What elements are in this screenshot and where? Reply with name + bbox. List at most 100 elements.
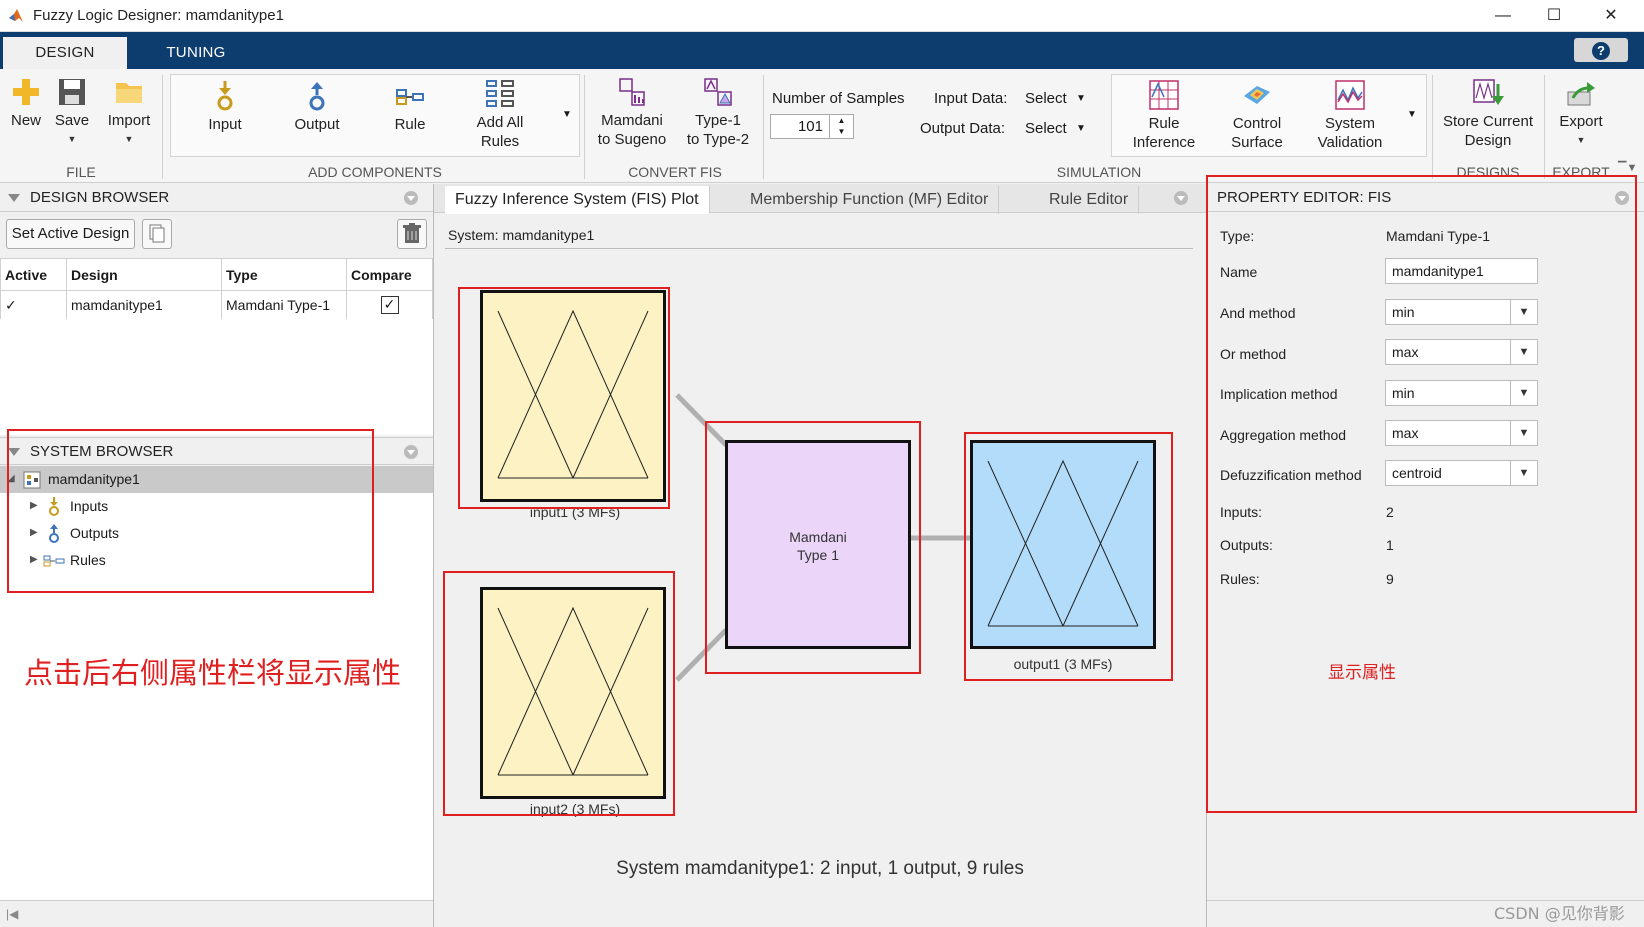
compare-checkbox[interactable]: ✓ (380, 296, 399, 314)
minimize-button[interactable]: — (1480, 4, 1526, 28)
add-all-rules-button[interactable]: Add All Rules (463, 79, 537, 151)
window-title: Fuzzy Logic Designer: mamdanitype1 (33, 7, 284, 24)
annotation-left-text: 点击后右侧属性栏将显示属性 (24, 656, 402, 690)
annotation-box-input2 (443, 571, 675, 816)
tab-design[interactable]: DESIGN (3, 37, 127, 69)
annotation-box-engine (705, 421, 921, 674)
convert-sugeno-icon (619, 78, 645, 106)
ribbon-separator (763, 75, 764, 179)
input-data-select[interactable]: Select (1025, 90, 1067, 107)
delete-design-button[interactable] (397, 219, 427, 249)
output-label: Output (294, 116, 340, 133)
column-header-design[interactable]: Design (66, 258, 222, 291)
type1-label: Type-1 (695, 112, 741, 129)
design-cell[interactable]: mamdanitype1 (66, 290, 222, 320)
system-validation-button[interactable]: System Validation (1305, 80, 1395, 152)
watermark: CSDN @见你背影 (1494, 904, 1625, 923)
tab-tuning[interactable]: TUNING (140, 37, 252, 69)
maximize-button[interactable]: ☐ (1531, 4, 1577, 28)
compare-cell[interactable]: ✓ (346, 290, 433, 320)
output-data-select[interactable]: Select (1025, 120, 1067, 137)
annotation-box-system-browser (7, 429, 374, 593)
help-button[interactable]: ? (1574, 38, 1628, 62)
more-options-icon[interactable]: ▼ (1407, 109, 1417, 120)
annotation-box-property-editor (1206, 175, 1637, 813)
column-header-type[interactable]: Type (221, 258, 347, 291)
output-icon (309, 82, 325, 111)
system-label: System: mamdanitype1 (448, 227, 595, 243)
export-button[interactable]: Export ▼ (1552, 78, 1610, 150)
rule-label: Rule (1148, 115, 1180, 132)
set-active-design-button[interactable]: Set Active Design (6, 219, 135, 249)
store-current-design-button[interactable]: Store Current Design (1436, 78, 1540, 150)
add-input-button[interactable]: Input (195, 81, 255, 134)
ribbon-separator (162, 75, 163, 179)
panel-options-icon[interactable] (1174, 191, 1188, 205)
input-icon (217, 81, 233, 111)
to-type2-label: to Type-2 (686, 131, 750, 148)
mamdani-to-sugeno-button[interactable]: Mamdani to Sugeno (594, 77, 670, 149)
design-browser-title: DESIGN BROWSER (30, 189, 170, 206)
matlab-logo-icon (9, 9, 23, 22)
number-of-samples-value: 101 (797, 118, 823, 135)
active-cell[interactable]: ✓ (0, 290, 67, 320)
duplicate-design-button[interactable] (142, 219, 172, 249)
plus-icon (13, 79, 39, 105)
fis-summary: System mamdanitype1: 2 input, 1 output, … (616, 858, 1024, 879)
rule-label: Rule (394, 116, 426, 133)
ribbon-tab-bar: DESIGN TUNING ? (0, 32, 1644, 69)
input-data-label: Input Data: (934, 90, 1008, 107)
tab-mf-editor[interactable]: Membership Function (MF) Editor (740, 186, 1000, 214)
tab-fis-plot[interactable]: Fuzzy Inference System (FIS) Plot (445, 186, 710, 214)
more-options-icon[interactable]: ▼ (562, 109, 572, 120)
system-validation-icon (1335, 80, 1365, 110)
panel-options-icon[interactable] (404, 191, 418, 205)
import-button[interactable]: Import ▼ (102, 77, 156, 149)
add-output-button[interactable]: Output (285, 81, 349, 134)
chevron-down-icon: ▼ (1576, 135, 1586, 145)
bottom-scrollbar[interactable]: |◀ (0, 900, 433, 927)
surface-label: Surface (1231, 134, 1283, 151)
chevron-down-icon[interactable]: ▼ (1076, 123, 1086, 134)
add-rule-button[interactable]: Rule (380, 81, 440, 134)
spinner-arrows-icon[interactable]: ▲ ▼ (829, 115, 853, 138)
collapse-ribbon-icon[interactable]: ▔▼ (1618, 161, 1637, 174)
convert-type2-icon (704, 78, 732, 106)
title-bar: Fuzzy Logic Designer: mamdanitype1 — ☐ ✕ (0, 0, 1644, 32)
chevron-down-icon: ▼ (124, 134, 134, 144)
import-label: Import (107, 112, 151, 129)
design-browser-header[interactable]: DESIGN BROWSER (0, 184, 433, 212)
group-label-convert-fis: CONVERT FIS (628, 164, 722, 180)
type1-to-type2-button[interactable]: Type-1 to Type-2 (678, 77, 758, 149)
store-current-label: Store Current (1442, 113, 1534, 130)
new-label: New (10, 112, 41, 129)
collapse-icon[interactable] (8, 194, 20, 203)
save-button[interactable]: Save ▼ (50, 77, 94, 149)
column-header-compare[interactable]: Compare (346, 258, 433, 291)
table-header-row: Active Design Type Compare (0, 258, 433, 291)
number-of-samples-spinner[interactable]: 101 ▲ ▼ (770, 114, 854, 139)
design-browser-toolbar: Set Active Design (0, 213, 433, 258)
column-header-active[interactable]: Active (0, 258, 67, 291)
close-button[interactable]: ✕ (1588, 4, 1634, 28)
control-label: Control (1232, 115, 1282, 132)
chevron-down-icon[interactable]: ▼ (1076, 93, 1086, 104)
design-table-empty-area (0, 319, 433, 435)
divider-line (445, 248, 1193, 249)
tab-rule-editor[interactable]: Rule Editor (1039, 186, 1140, 214)
trash-icon (403, 223, 421, 243)
scroll-left-icon[interactable]: |◀ (6, 907, 18, 921)
new-button[interactable]: New (4, 77, 48, 130)
table-row[interactable]: ✓ mamdanitype1 Mamdani Type-1 ✓ (0, 290, 433, 320)
rule-inference-button[interactable]: Rule Inference (1122, 80, 1206, 152)
copy-icon (149, 224, 165, 243)
mamdani-label: Mamdani (601, 112, 663, 129)
number-of-samples-label: Number of Samples (772, 90, 905, 107)
add-all-rules-label-2: Rules (480, 133, 520, 150)
floppy-disk-icon (59, 79, 85, 105)
input-label: Input (208, 116, 242, 133)
panel-options-icon[interactable] (404, 445, 418, 459)
rules-icon (486, 80, 514, 107)
control-surface-button[interactable]: Control Surface (1215, 80, 1299, 152)
to-sugeno-label: to Sugeno (597, 131, 667, 148)
